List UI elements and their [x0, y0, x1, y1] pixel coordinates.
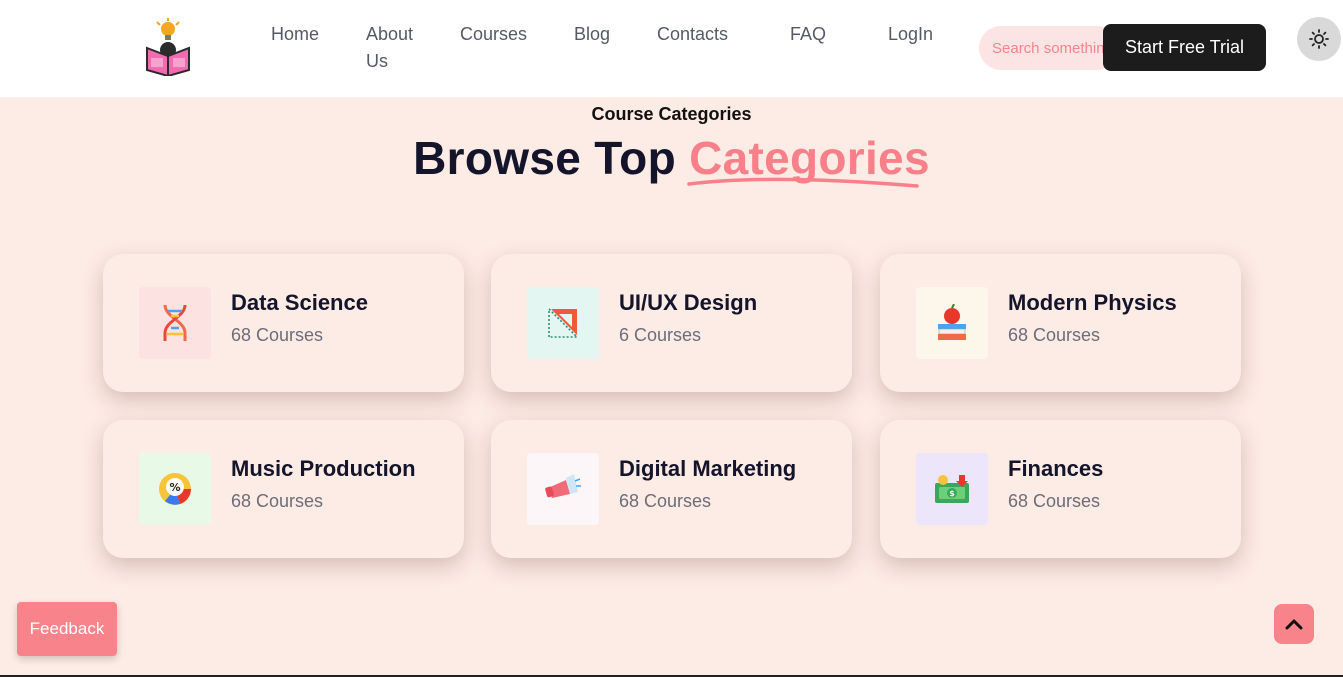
- theme-toggle-button[interactable]: [1297, 17, 1341, 61]
- category-title: Music Production: [231, 456, 416, 481]
- search-input[interactable]: [979, 26, 1119, 70]
- site-logo[interactable]: [143, 18, 195, 78]
- apple-books-icon: [938, 304, 966, 340]
- search-box: [979, 26, 1119, 70]
- percent-chart-icon: %: [159, 473, 191, 505]
- category-card-data-science[interactable]: Data Science 68 Courses: [103, 254, 464, 392]
- nav-faq[interactable]: FAQ: [790, 21, 826, 48]
- start-free-trial-button[interactable]: Start Free Trial: [1103, 24, 1266, 71]
- category-card-modern-physics[interactable]: Modern Physics 68 Courses: [880, 254, 1241, 392]
- category-count: 68 Courses: [1008, 325, 1101, 345]
- category-count: 68 Courses: [619, 491, 712, 511]
- section-title-prefix: Browse Top: [413, 132, 690, 184]
- feedback-button[interactable]: Feedback: [17, 602, 117, 656]
- nav-blog[interactable]: Blog: [574, 21, 610, 48]
- category-icon-box: $: [916, 453, 988, 525]
- nav-login[interactable]: LogIn: [888, 21, 933, 48]
- category-card-finances[interactable]: $ Finances 68 Courses: [880, 420, 1241, 558]
- category-title: Modern Physics: [1008, 290, 1177, 315]
- category-count: 68 Courses: [1008, 491, 1101, 511]
- category-title: Digital Marketing: [619, 456, 797, 481]
- category-icon-box: [527, 453, 599, 525]
- category-card-digital-marketing[interactable]: Digital Marketing 68 Courses: [491, 420, 852, 558]
- sun-icon: [1309, 29, 1329, 49]
- category-title: Finances: [1008, 456, 1104, 481]
- money-icon: $: [935, 475, 969, 503]
- nav-contacts[interactable]: Contacts: [657, 21, 728, 48]
- brush-underline-icon: [687, 177, 919, 188]
- category-icon-box: [139, 287, 211, 359]
- category-icon-box: [527, 287, 599, 359]
- category-icon-box: [916, 287, 988, 359]
- category-count: 68 Courses: [231, 491, 324, 511]
- category-card-music-production[interactable]: % Music Production 68 Courses: [103, 420, 464, 558]
- category-count: 6 Courses: [619, 325, 702, 345]
- section-subtitle: Course Categories: [591, 104, 752, 124]
- scroll-to-top-button[interactable]: [1274, 604, 1314, 644]
- category-card-ui-ux-design[interactable]: UI/UX Design 6 Courses: [491, 254, 852, 392]
- category-title: UI/UX Design: [619, 290, 758, 315]
- svg-text:$: $: [949, 489, 955, 498]
- chevron-up-icon: [1285, 619, 1303, 630]
- dna-icon: [163, 304, 187, 341]
- nav-about-us[interactable]: About Us: [366, 21, 426, 75]
- category-count: 68 Courses: [231, 325, 324, 345]
- navbar: Home About Us Courses Blog Contacts FAQ …: [0, 0, 1343, 97]
- nav-courses[interactable]: Courses: [460, 21, 527, 48]
- svg-text:%: %: [169, 481, 180, 494]
- section-title: Browse Top Categories: [0, 131, 1343, 188]
- category-title: Data Science: [231, 290, 368, 315]
- section-title-accent: Categories: [687, 131, 930, 188]
- category-icon-box: %: [139, 453, 211, 525]
- set-square-icon: [548, 307, 579, 338]
- nav-home[interactable]: Home: [271, 21, 319, 48]
- megaphone-icon: [545, 474, 581, 498]
